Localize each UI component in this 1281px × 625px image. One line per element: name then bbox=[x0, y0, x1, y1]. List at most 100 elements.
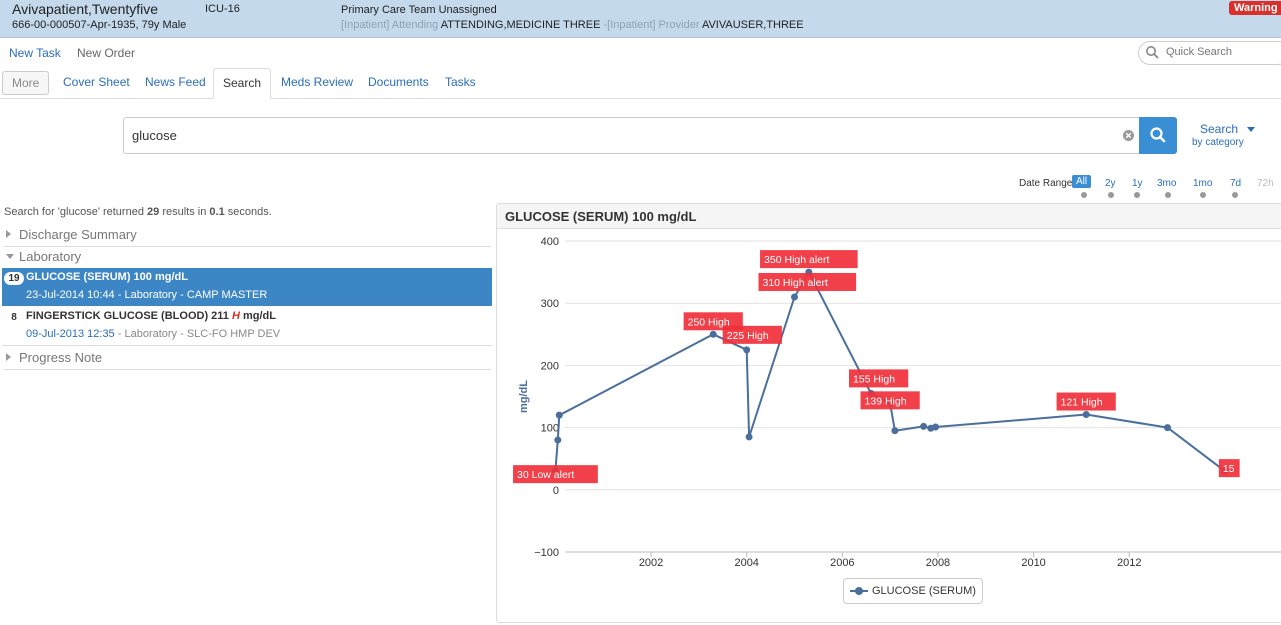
data-point bbox=[555, 411, 563, 419]
x-tick-label: 2008 bbox=[926, 557, 950, 569]
result-title-text: FINGERSTICK GLUCOSE (BLOOD) 211 bbox=[26, 310, 229, 322]
quick-search-input[interactable] bbox=[1164, 45, 1281, 59]
y-tick-label: 200 bbox=[541, 360, 559, 372]
provider-name: AVIVAUSER,THREE bbox=[701, 19, 804, 31]
y-axis-label: mg/dL bbox=[518, 380, 530, 413]
data-point bbox=[932, 423, 940, 431]
search-field[interactable] bbox=[123, 117, 1141, 154]
patient-name[interactable]: Avivapatient,Twentyfive bbox=[12, 1, 158, 17]
date-range-marker bbox=[1232, 192, 1238, 198]
x-tick-label: 2006 bbox=[830, 557, 854, 569]
primary-care-team: Primary Care Team Unassigned bbox=[341, 4, 497, 16]
data-point bbox=[920, 422, 928, 430]
chart-panel-header: GLUCOSE (SERUM) 100 mg/dL bbox=[497, 204, 1281, 229]
result-units: mg/dL bbox=[243, 310, 276, 322]
tab-tasks[interactable]: Tasks bbox=[436, 68, 485, 97]
result-title: GLUCOSE (SERUM) 100 mg/dL bbox=[26, 271, 188, 283]
search-category-label: Search bbox=[1200, 122, 1239, 136]
legend-label: GLUCOSE (SERUM) bbox=[872, 585, 976, 597]
date-range-2y[interactable]: 2y bbox=[1105, 178, 1116, 189]
tab-more[interactable]: More bbox=[2, 71, 50, 95]
result-source: - Laboratory - CAMP MASTER bbox=[117, 289, 268, 301]
data-point bbox=[554, 436, 562, 444]
result-count-badge: 8 bbox=[11, 312, 17, 323]
alert-label: 30 Low alert bbox=[517, 469, 574, 481]
tab-news-feed[interactable]: News Feed bbox=[136, 68, 215, 97]
search-icon bbox=[1146, 46, 1159, 59]
result-subtitle: 09-Jul-2013 12:35 - Laboratory - SLC-FO … bbox=[26, 328, 280, 340]
alert-label: 310 High alert bbox=[763, 277, 828, 289]
results-summary: Search for 'glucose' returned 29 results… bbox=[4, 206, 272, 218]
caret-right-icon bbox=[6, 230, 11, 238]
group-label: Discharge Summary bbox=[19, 227, 137, 242]
quick-search[interactable] bbox=[1138, 41, 1281, 65]
group-label: Progress Note bbox=[19, 350, 103, 365]
date-range-1mo[interactable]: 1mo bbox=[1193, 178, 1212, 189]
data-point bbox=[709, 330, 717, 338]
result-item-glucose-serum[interactable]: 19 GLUCOSE (SERUM) 100 mg/dL 23-Jul-2014… bbox=[2, 268, 492, 306]
y-tick-label: 400 bbox=[541, 236, 559, 248]
date-range-marker bbox=[1165, 192, 1171, 198]
date-range-1y[interactable]: 1y bbox=[1132, 178, 1143, 189]
data-point bbox=[891, 427, 899, 435]
date-range-marker bbox=[1081, 192, 1087, 198]
legend-marker bbox=[850, 587, 868, 595]
attending-prefix: [Inpatient] Attending bbox=[341, 19, 439, 31]
provider-prefix: -[Inpatient] Provider bbox=[603, 19, 700, 31]
action-bar: New Task New Order bbox=[0, 38, 1281, 66]
x-tick-label: 2002 bbox=[639, 557, 663, 569]
search-by-category[interactable]: Search by category bbox=[1192, 122, 1256, 150]
chart-legend[interactable]: GLUCOSE (SERUM) bbox=[843, 578, 983, 604]
new-order-link[interactable]: New Order bbox=[77, 46, 135, 60]
y-tick-label: 0 bbox=[553, 485, 559, 497]
alert-label: 225 High bbox=[727, 330, 769, 342]
warning-badge[interactable]: Warning M bbox=[1229, 1, 1281, 15]
high-flag: H bbox=[231, 310, 240, 322]
attending-name: ATTENDING,MEDICINE THREE bbox=[440, 19, 601, 31]
search-input[interactable] bbox=[130, 127, 1094, 144]
group-discharge-summary[interactable]: Discharge Summary bbox=[4, 224, 491, 247]
chart-panel: GLUCOSE (SERUM) 100 mg/dL −100 0 100 200 300… bbox=[496, 203, 1281, 623]
new-task-link[interactable]: New Task bbox=[9, 46, 61, 60]
x-tick-label: 2010 bbox=[1021, 557, 1045, 569]
result-subtitle: 23-Jul-2014 10:44 - Laboratory - CAMP MA… bbox=[26, 289, 267, 301]
data-point bbox=[1163, 424, 1171, 432]
group-laboratory[interactable]: Laboratory bbox=[4, 246, 491, 268]
caret-right-icon bbox=[6, 353, 11, 361]
tab-cover-sheet[interactable]: Cover Sheet bbox=[54, 68, 139, 97]
date-range-all[interactable]: All bbox=[1072, 175, 1092, 188]
caret-down-icon bbox=[1247, 127, 1256, 132]
date-range-7d[interactable]: 7d bbox=[1230, 178, 1241, 189]
patient-unit: ICU-16 bbox=[205, 3, 240, 15]
result-count-badge: 19 bbox=[4, 272, 24, 285]
y-tick-label: 300 bbox=[541, 298, 559, 310]
results-time: 0.1 bbox=[209, 206, 225, 218]
result-date: 09-Jul-2013 12:35 bbox=[26, 328, 115, 340]
search-button[interactable] bbox=[1139, 117, 1177, 154]
x-tick-label: 2012 bbox=[1117, 557, 1141, 569]
summary-prefix: Search for 'glucose' returned bbox=[4, 206, 144, 218]
tab-documents[interactable]: Documents bbox=[359, 68, 438, 97]
tab-search[interactable]: Search bbox=[213, 68, 272, 99]
date-range-label: Date Range bbox=[1019, 178, 1073, 189]
attending-line: [Inpatient] Attending ATTENDING,MEDICINE… bbox=[341, 19, 804, 31]
clear-icon[interactable] bbox=[1123, 130, 1134, 141]
result-item-fingerstick-glucose[interactable]: 8 FINGERSTICK GLUCOSE (BLOOD) 211 H mg/d… bbox=[2, 307, 492, 346]
group-progress-note[interactable]: Progress Note bbox=[4, 347, 491, 370]
tab-meds-review[interactable]: Meds Review bbox=[272, 68, 362, 97]
glucose-chart: −100 0 100 200 300 400 2002 2004 2006 2008 2010 201… bbox=[513, 236, 1281, 569]
data-point bbox=[791, 293, 799, 301]
alert-label: 121 High bbox=[1061, 397, 1103, 409]
summary-suffix: seconds. bbox=[227, 206, 272, 218]
data-point bbox=[1082, 411, 1090, 419]
workspace-tabs: More Cover Sheet News Feed Search Meds R… bbox=[0, 68, 1281, 99]
y-tick-label: −100 bbox=[534, 547, 559, 559]
date-range-3mo[interactable]: 3mo bbox=[1157, 178, 1176, 189]
caret-down-icon bbox=[6, 254, 14, 259]
data-point bbox=[743, 346, 751, 354]
result-title: FINGERSTICK GLUCOSE (BLOOD) 211 H mg/dL bbox=[26, 310, 276, 322]
date-range-marker bbox=[1134, 192, 1140, 198]
data-point bbox=[745, 433, 753, 441]
alert-label: 155 High bbox=[853, 373, 895, 385]
search-category-sub: by category bbox=[1192, 137, 1244, 148]
